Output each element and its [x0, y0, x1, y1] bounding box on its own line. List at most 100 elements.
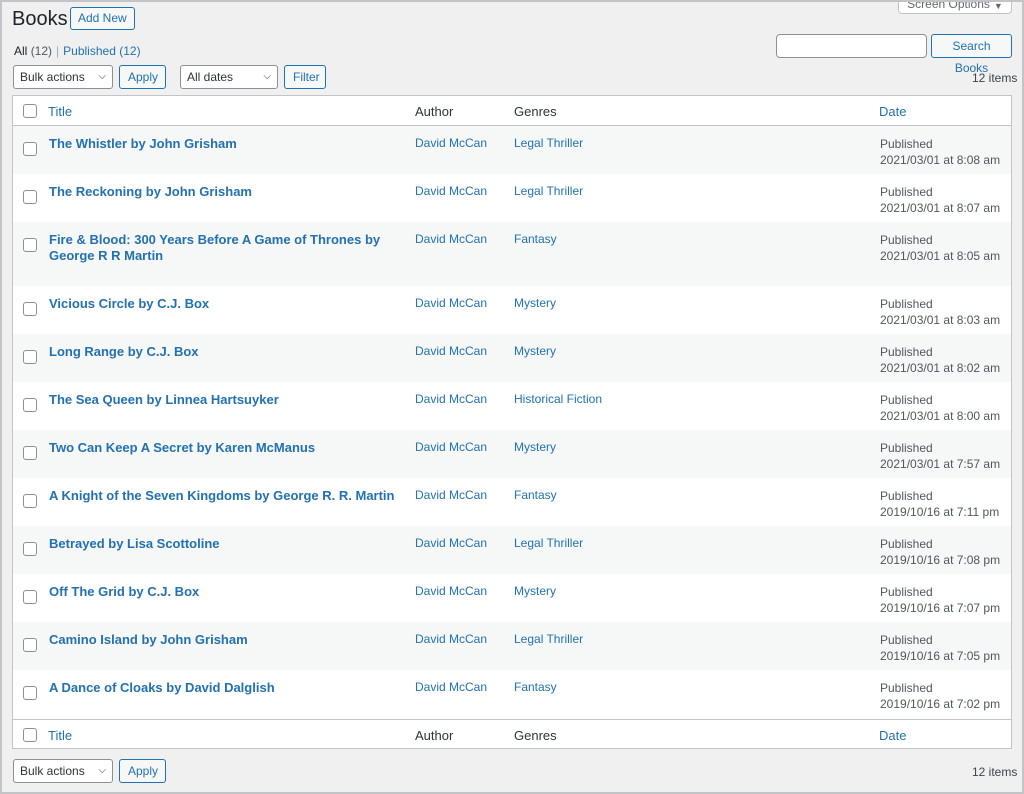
table-header: Title Author Genres Date: [13, 96, 1011, 126]
table-row: Two Can Keep A Secret by Karen McManus D…: [13, 430, 1011, 478]
row-checkbox[interactable]: [23, 142, 37, 156]
table-row: The Sea Queen by Linnea Hartsuyker David…: [13, 382, 1011, 430]
column-author-bottom: Author: [415, 728, 454, 743]
genre-link[interactable]: Mystery: [514, 440, 556, 454]
row-checkbox[interactable]: [23, 590, 37, 604]
view-filters: All (12) | Published (12): [14, 44, 141, 58]
book-title-link[interactable]: Two Can Keep A Secret by Karen McManus: [49, 440, 401, 456]
select-all-checkbox[interactable]: [23, 104, 37, 118]
author-link[interactable]: David McCan: [415, 536, 487, 550]
row-checkbox[interactable]: [23, 190, 37, 204]
row-checkbox[interactable]: [23, 398, 37, 412]
author-link[interactable]: David McCan: [415, 632, 487, 646]
row-checkbox[interactable]: [23, 350, 37, 364]
post-date: Published 2019/10/16 at 7:07 pm: [880, 585, 1001, 615]
row-checkbox[interactable]: [23, 302, 37, 316]
genre-link[interactable]: Mystery: [514, 296, 556, 310]
author-link[interactable]: David McCan: [415, 680, 487, 694]
book-title-link[interactable]: The Reckoning by John Grisham: [49, 184, 401, 200]
book-title-link[interactable]: Betrayed by Lisa Scottoline: [49, 536, 401, 552]
table-row: Vicious Circle by C.J. Box David McCan M…: [13, 286, 1011, 334]
author-link[interactable]: David McCan: [415, 488, 487, 502]
row-checkbox[interactable]: [23, 686, 37, 700]
table-row: A Knight of the Seven Kingdoms by George…: [13, 478, 1011, 526]
book-title-link[interactable]: Camino Island by John Grisham: [49, 632, 401, 648]
genre-link[interactable]: Mystery: [514, 584, 556, 598]
chevron-down-icon: ▼: [993, 1, 1003, 11]
filter-button[interactable]: Filter: [284, 65, 326, 89]
row-checkbox[interactable]: [23, 446, 37, 460]
row-checkbox[interactable]: [23, 638, 37, 652]
post-date: Published 2021/03/01 at 8:02 am: [880, 345, 1001, 375]
author-link[interactable]: David McCan: [415, 296, 487, 310]
column-date-sort[interactable]: Date: [879, 104, 906, 119]
author-link[interactable]: David McCan: [415, 440, 487, 454]
book-title-link[interactable]: The Whistler by John Grisham: [49, 136, 401, 152]
post-date: Published 2021/03/01 at 8:07 am: [880, 185, 1001, 215]
post-date: Published 2021/03/01 at 8:05 am: [880, 233, 1001, 263]
book-title-link[interactable]: The Sea Queen by Linnea Hartsuyker: [49, 392, 401, 408]
post-date: Published 2019/10/16 at 7:08 pm: [880, 537, 1001, 567]
genre-link[interactable]: Fantasy: [514, 680, 557, 694]
post-date: Published 2019/10/16 at 7:05 pm: [880, 633, 1001, 663]
items-count-top: 12 items: [972, 71, 1018, 85]
table-row: Betrayed by Lisa Scottoline David McCan …: [13, 526, 1011, 574]
dates-filter-select[interactable]: All dates ⌵: [180, 65, 278, 89]
post-date: Published 2021/03/01 at 8:00 am: [880, 393, 1001, 423]
apply-button-bottom[interactable]: Apply: [119, 759, 166, 783]
table-row: Fire & Blood: 300 Years Before A Game of…: [13, 222, 1011, 286]
post-date: Published 2021/03/01 at 8:03 am: [880, 297, 1001, 327]
items-count-bottom: 12 items: [972, 765, 1018, 779]
select-all-checkbox-bottom[interactable]: [23, 728, 37, 742]
chevron-down-icon: ⌵: [98, 765, 106, 776]
chevron-down-icon: ⌵: [263, 71, 271, 82]
book-title-link[interactable]: A Knight of the Seven Kingdoms by George…: [49, 488, 401, 504]
table-row: The Whistler by John Grisham David McCan…: [13, 126, 1011, 174]
column-title-sort-bottom[interactable]: Title: [48, 728, 72, 743]
search-books-button[interactable]: Search Books: [931, 34, 1012, 75]
column-author: Author: [415, 104, 454, 119]
author-link[interactable]: David McCan: [415, 584, 487, 598]
book-title-link[interactable]: Vicious Circle by C.J. Box: [49, 296, 401, 312]
genre-link[interactable]: Fantasy: [514, 488, 557, 502]
genre-link[interactable]: Historical Fiction: [514, 392, 602, 406]
genre-link[interactable]: Legal Thriller: [514, 136, 583, 150]
genre-link[interactable]: Legal Thriller: [514, 536, 583, 550]
view-published-link[interactable]: Published (12): [63, 44, 140, 58]
bulk-actions-select-top[interactable]: Bulk actions ⌵: [13, 65, 113, 89]
apply-button-top[interactable]: Apply: [119, 65, 166, 89]
author-link[interactable]: David McCan: [415, 392, 487, 406]
genre-link[interactable]: Legal Thriller: [514, 632, 583, 646]
author-link[interactable]: David McCan: [415, 136, 487, 150]
row-checkbox[interactable]: [23, 542, 37, 556]
column-title-sort[interactable]: Title: [48, 104, 72, 119]
genre-link[interactable]: Mystery: [514, 344, 556, 358]
author-link[interactable]: David McCan: [415, 344, 487, 358]
view-all-link[interactable]: All (12): [14, 44, 52, 58]
book-title-link[interactable]: Off The Grid by C.J. Box: [49, 584, 401, 600]
post-date: Published 2021/03/01 at 8:08 am: [880, 137, 1001, 167]
genre-link[interactable]: Fantasy: [514, 232, 557, 246]
search-input[interactable]: [776, 34, 927, 58]
book-title-link[interactable]: Fire & Blood: 300 Years Before A Game of…: [49, 232, 401, 264]
table-row: Camino Island by John Grisham David McCa…: [13, 622, 1011, 670]
genre-link[interactable]: Legal Thriller: [514, 184, 583, 198]
row-checkbox[interactable]: [23, 494, 37, 508]
bulk-actions-select-bottom[interactable]: Bulk actions ⌵: [13, 759, 113, 783]
bulk-actions-value: Bulk actions: [20, 70, 85, 84]
add-new-button[interactable]: Add New: [70, 7, 135, 30]
screen-options-label: Screen Options: [907, 0, 990, 11]
author-link[interactable]: David McCan: [415, 232, 487, 246]
table-footer: Title Author Genres Date: [13, 719, 1011, 749]
book-title-link[interactable]: Long Range by C.J. Box: [49, 344, 401, 360]
column-genres-bottom: Genres: [514, 728, 557, 743]
table-row: A Dance of Cloaks by David Dalglish Davi…: [13, 670, 1011, 719]
column-date-sort-bottom[interactable]: Date: [879, 728, 906, 743]
screen-options-toggle[interactable]: Screen Options ▼: [898, 0, 1012, 14]
book-title-link[interactable]: A Dance of Cloaks by David Dalglish: [49, 680, 401, 696]
books-table: Title Author Genres Date The Whistler by…: [12, 95, 1012, 749]
bulk-actions-value: Bulk actions: [20, 764, 85, 778]
author-link[interactable]: David McCan: [415, 184, 487, 198]
post-date: Published 2019/10/16 at 7:02 pm: [880, 681, 1001, 711]
row-checkbox[interactable]: [23, 238, 37, 252]
